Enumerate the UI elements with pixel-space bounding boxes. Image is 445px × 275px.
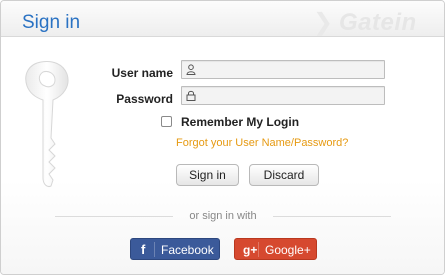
signin-button[interactable]: Sign in: [176, 164, 239, 186]
password-field[interactable]: [181, 86, 385, 105]
panel-header: Sign in ❯ Gatein: [1, 1, 444, 37]
user-icon: [186, 64, 196, 75]
key-icon: [25, 61, 69, 187]
username-field[interactable]: [181, 60, 385, 79]
google-plus-button[interactable]: g+ Google+: [234, 238, 317, 260]
lock-icon: [186, 90, 196, 101]
brand-watermark-text: Gatein: [339, 10, 417, 36]
facebook-button[interactable]: f Facebook: [130, 238, 220, 260]
facebook-separator: [154, 242, 155, 257]
facebook-icon: f: [141, 242, 146, 257]
social-divider-text: or sign in with: [189, 210, 257, 222]
brand-watermark: ❯ Gatein: [311, 10, 444, 36]
remember-checkbox[interactable]: [161, 116, 172, 127]
panel-body: User name Password Remember My Login For…: [1, 38, 444, 274]
gatein-logo-icon: ❯: [313, 10, 334, 36]
divider-right: [273, 216, 391, 217]
password-input[interactable]: [200, 87, 383, 104]
google-plus-label: Google+: [265, 243, 311, 257]
remember-label[interactable]: Remember My Login: [181, 115, 299, 129]
signin-panel: Sign in ❯ Gatein User name Password Reme…: [0, 0, 445, 275]
google-separator: [258, 242, 259, 257]
google-plus-icon: g+: [243, 243, 258, 257]
divider-left: [55, 216, 173, 217]
page-title: Sign in: [22, 12, 81, 33]
username-label: User name: [111, 66, 173, 80]
username-input[interactable]: [200, 61, 383, 78]
facebook-label: Facebook: [161, 243, 214, 257]
discard-button[interactable]: Discard: [249, 164, 319, 186]
forgot-password-link[interactable]: Forgot your User Name/Password?: [176, 137, 348, 150]
password-label: Password: [116, 92, 173, 106]
